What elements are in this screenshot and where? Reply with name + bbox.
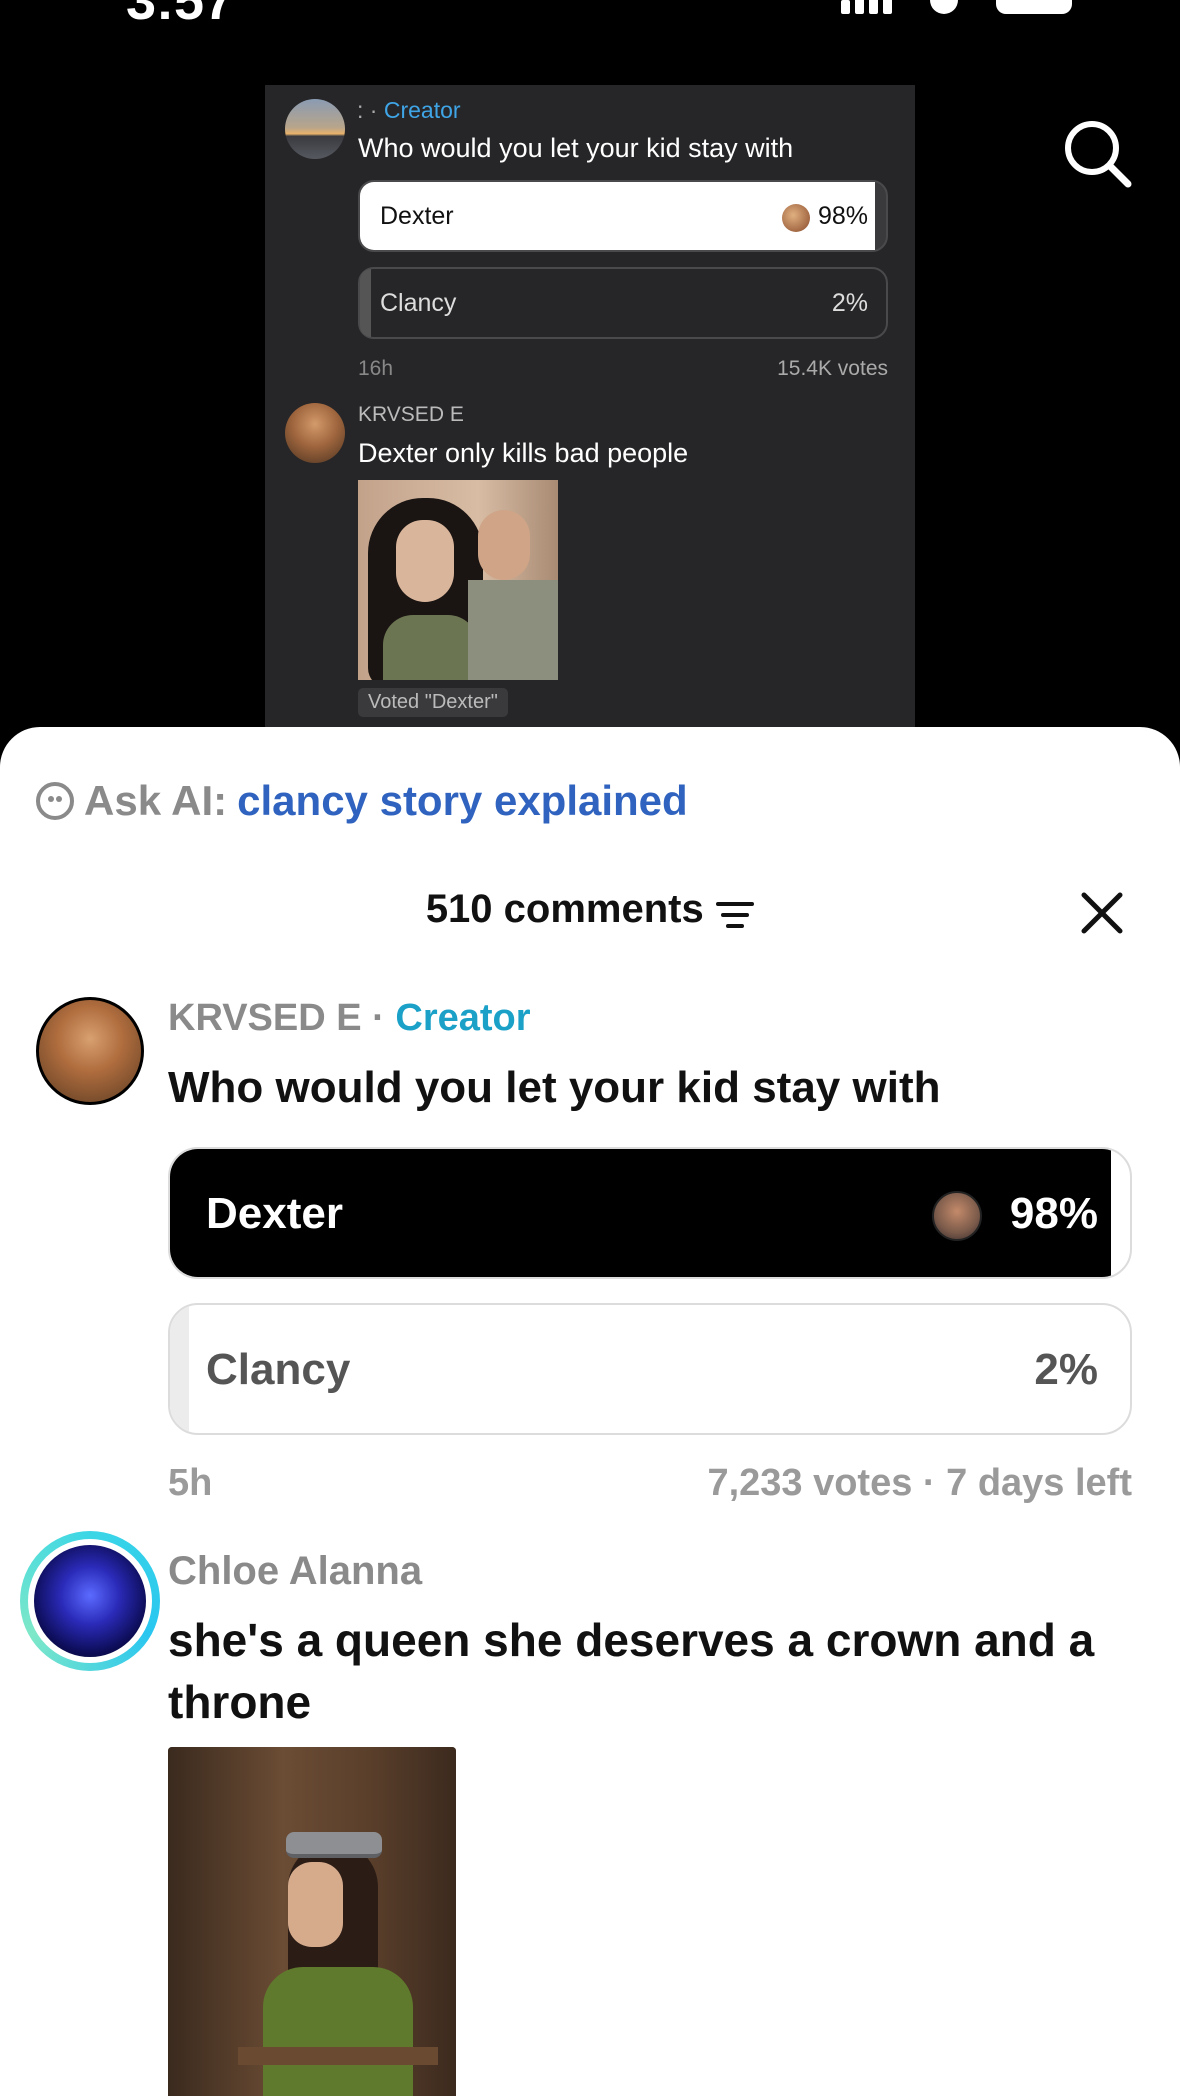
comments-count: 510 comments (425, 887, 704, 931)
poll-option-clancy: Clancy 2% (358, 267, 888, 339)
avatar[interactable] (36, 997, 144, 1105)
poll-option-dexter: Dexter 98% (358, 180, 888, 252)
poll-option-label: Clancy (206, 1345, 351, 1394)
voter-avatar (782, 204, 810, 232)
cellular-signal-icon (841, 0, 892, 14)
meta-separator: · (372, 997, 385, 1039)
wifi-icon (930, 0, 958, 14)
status-indicators (841, 0, 1072, 14)
embedded-screenshot: : · Creator Who would you let your kid s… (265, 85, 915, 735)
search-icon[interactable] (1062, 118, 1132, 188)
comment-author[interactable]: Chloe Alanna (168, 1549, 422, 1594)
poll-option-percent: 2% (1034, 1345, 1098, 1394)
comments-header: 510 comments (0, 887, 1180, 933)
comment-text: Dexter only kills bad people (358, 438, 689, 468)
poll-question: Who would you let your kid stay with (168, 1063, 941, 1112)
creator-badge: Creator (395, 997, 531, 1039)
comment-photo[interactable] (168, 1747, 456, 2096)
poll-option-label: Dexter (206, 1189, 343, 1238)
poll-option-fill (360, 269, 371, 337)
poll-option-clancy[interactable]: Clancy 2% (168, 1303, 1132, 1435)
poll-author[interactable]: KRVSED E (168, 997, 362, 1039)
ask-ai-query[interactable]: clancy story explained (237, 777, 688, 825)
poll-option-percent: 98% (817, 202, 868, 230)
poll-time: 5h (168, 1462, 213, 1504)
poll-option-percent: 98% (1009, 1189, 1098, 1238)
poll-option-percent: 2% (831, 289, 868, 317)
meta-separator: : · (357, 97, 378, 123)
avatar (28, 1539, 152, 1663)
poll-option-label: Dexter (380, 202, 454, 230)
avatar (285, 99, 345, 159)
comments-sheet: Ask AI: clancy story explained 510 comme… (0, 727, 1180, 2096)
ask-ai-link[interactable]: Ask AI: clancy story explained (36, 777, 688, 825)
status-bar: 3:57 (0, 0, 1180, 40)
post-meta: : · Creator (357, 97, 461, 124)
comment-text: she's a queen she deserves a crown and a… (168, 1614, 1095, 1728)
voted-badge: Voted "Dexter" (358, 688, 508, 717)
poll-option-dexter[interactable]: Dexter 98% (168, 1147, 1132, 1279)
poll-votes-meta: 7,233 votes · 7 days left (707, 1462, 1132, 1504)
battery-icon (996, 0, 1072, 14)
poll-question: Who would you let your kid stay with (358, 133, 794, 163)
poll-time: 16h (358, 357, 394, 380)
poll-option-fill (170, 1305, 190, 1433)
poll-option-label: Clancy (380, 289, 457, 317)
creator-badge: Creator (383, 97, 461, 123)
ask-ai-label: Ask AI: (84, 777, 228, 824)
poll-votes: 15.4K votes (777, 357, 888, 380)
voter-avatar (932, 1191, 982, 1241)
close-icon[interactable] (1080, 891, 1124, 935)
avatar (285, 403, 345, 463)
comment-author: KRVSED E (358, 403, 464, 426)
comment-photo (358, 480, 558, 680)
filter-icon[interactable] (716, 900, 755, 930)
story-ring[interactable] (20, 1531, 160, 1671)
status-time: 3:57 (126, 0, 235, 31)
ai-face-icon (36, 782, 74, 820)
poll-author-line: KRVSED E · Creator (168, 997, 531, 1040)
